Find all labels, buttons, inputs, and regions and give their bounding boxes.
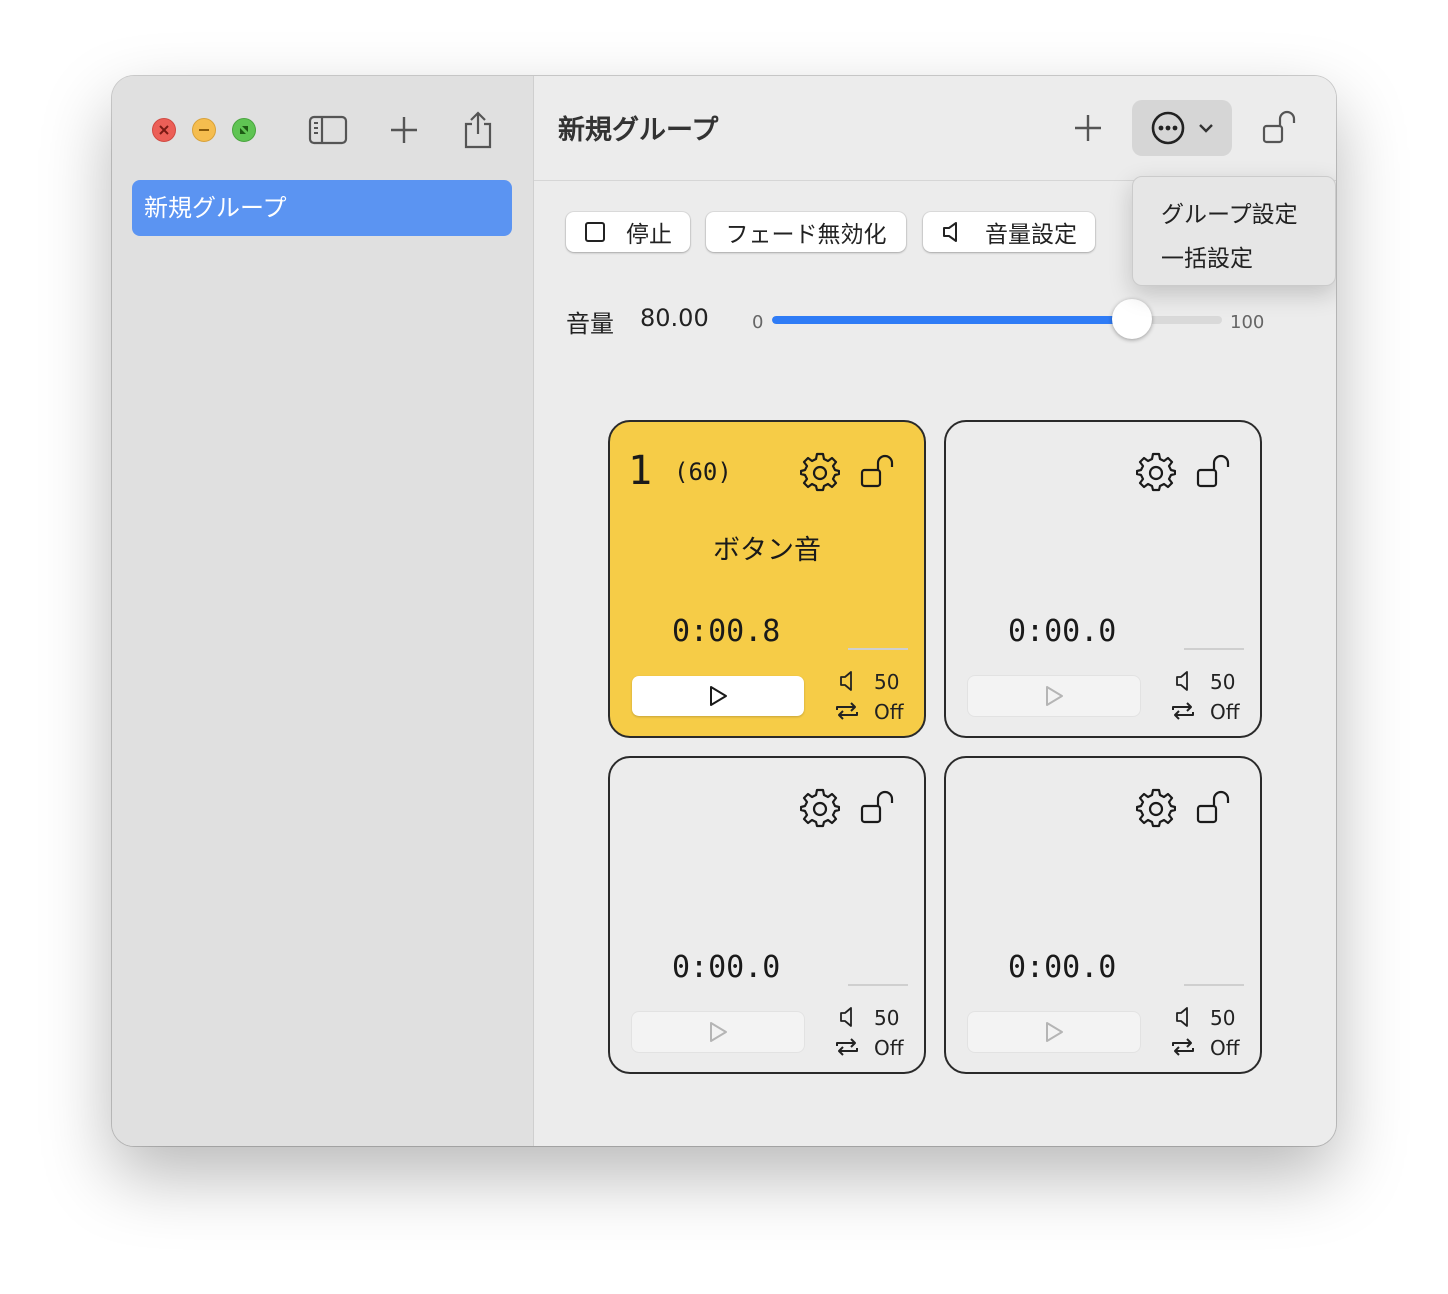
close-icon	[159, 125, 169, 135]
share-button[interactable]	[454, 106, 502, 154]
stop-square-icon	[585, 222, 605, 242]
volume-setting-button[interactable]: 音量設定	[923, 212, 1095, 252]
fade-label: フェード無効化	[725, 222, 887, 248]
play-icon	[1046, 1022, 1063, 1042]
card-settings-button[interactable]	[1135, 452, 1177, 492]
plus-icon	[1075, 115, 1101, 141]
unlock-icon	[1262, 110, 1296, 144]
card-volume-value: 50	[874, 670, 900, 694]
sound-card[interactable]: 0:00.0 50 Off	[944, 420, 1262, 738]
unlock-icon	[1196, 790, 1230, 824]
zoom-window-button[interactable]	[232, 118, 256, 142]
play-icon	[710, 686, 727, 706]
volume-slider-fill	[772, 316, 1132, 324]
gear-icon	[1135, 452, 1177, 492]
share-icon	[464, 111, 492, 149]
card-volume-value: 50	[1210, 1006, 1236, 1030]
card-settings-button[interactable]	[799, 452, 841, 492]
card-volume-value: 50	[874, 1006, 900, 1030]
unlock-icon	[860, 790, 894, 824]
app-window: 新規グループ 新規グループ グループ設定 一括設定 停止 フェード無効化 音量設…	[112, 76, 1336, 1146]
sound-card[interactable]: 1 (60) ボタン音 0:00.8 50 Off	[608, 420, 926, 738]
card-loop-value: Off	[874, 1036, 904, 1060]
sound-card[interactable]: 0:00.0 50 Off	[608, 756, 926, 1074]
toolbar: 新規グループ	[534, 76, 1336, 181]
card-time: 0:00.8	[672, 614, 781, 649]
play-icon	[1046, 686, 1063, 706]
lock-toggle-button[interactable]	[1256, 104, 1304, 152]
stop-button[interactable]: 停止	[566, 212, 690, 252]
sidebar-item-label: 新規グループ	[144, 194, 287, 222]
card-play-button[interactable]	[632, 1012, 804, 1052]
menu-item-group-settings[interactable]: グループ設定	[1161, 195, 1298, 229]
volume-slider-thumb[interactable]	[1112, 299, 1152, 339]
card-play-button[interactable]	[632, 676, 804, 716]
more-menu-button[interactable]	[1132, 100, 1232, 156]
card-settings-button[interactable]	[1135, 788, 1177, 828]
card-count: (60)	[674, 458, 732, 486]
card-loop-value: Off	[874, 700, 904, 724]
unlock-icon	[1196, 454, 1230, 488]
minimize-window-button[interactable]	[192, 118, 216, 142]
gear-icon	[1135, 788, 1177, 828]
sidebar: 新規グループ	[112, 76, 534, 1146]
volume-slider-track[interactable]	[772, 316, 1222, 324]
add-item-button[interactable]	[1064, 104, 1112, 152]
card-volume-icon	[838, 670, 858, 696]
card-volume-icon	[1174, 670, 1194, 696]
card-settings-button[interactable]	[799, 788, 841, 828]
card-play-button[interactable]	[968, 1012, 1140, 1052]
card-loop-icon	[834, 1036, 860, 1062]
sidebar-toggle-icon	[308, 115, 348, 145]
page-title: 新規グループ	[558, 115, 719, 146]
card-time: 0:00.0	[672, 950, 781, 985]
card-divider	[1184, 984, 1244, 986]
volume-value: 80.00	[640, 304, 709, 332]
chevron-down-icon	[1199, 124, 1213, 133]
minimize-icon	[199, 129, 209, 131]
card-lock-button[interactable]	[1194, 452, 1234, 492]
speaker-icon	[943, 222, 957, 242]
more-dropdown-menu: グループ設定 一括設定	[1132, 176, 1336, 286]
card-divider	[1184, 648, 1244, 650]
card-volume-icon	[838, 1006, 858, 1032]
close-window-button[interactable]	[152, 118, 176, 142]
fade-disable-button[interactable]: フェード無効化	[706, 212, 906, 252]
sidebar-item-group[interactable]: 新規グループ	[132, 180, 512, 236]
unlock-icon	[860, 454, 894, 488]
card-divider	[848, 648, 908, 650]
ellipsis-circle-icon	[1151, 111, 1185, 145]
add-group-button[interactable]	[380, 106, 428, 154]
play-icon	[710, 1022, 727, 1042]
card-loop-icon	[1170, 700, 1196, 726]
fullscreen-icon	[240, 126, 248, 134]
gear-icon	[799, 788, 841, 828]
card-volume-value: 50	[1210, 670, 1236, 694]
card-loop-icon	[834, 700, 860, 726]
card-lock-button[interactable]	[858, 452, 898, 492]
card-lock-button[interactable]	[1194, 788, 1234, 828]
card-time: 0:00.0	[1008, 950, 1117, 985]
volume-label: 音量	[566, 310, 614, 338]
card-number: 1	[628, 448, 653, 494]
card-lock-button[interactable]	[858, 788, 898, 828]
slider-max-label: 100	[1230, 312, 1265, 333]
toggle-sidebar-button[interactable]	[304, 106, 352, 154]
slider-min-label: 0	[752, 312, 764, 333]
card-loop-value: Off	[1210, 1036, 1240, 1060]
card-volume-icon	[1174, 1006, 1194, 1032]
main-content: 新規グループ グループ設定 一括設定 停止 フェード無効化 音量設定 音量 80…	[534, 76, 1336, 1146]
sound-card[interactable]: 0:00.0 50 Off	[944, 756, 1262, 1074]
gear-icon	[799, 452, 841, 492]
plus-icon	[391, 117, 417, 143]
stop-label: 停止	[626, 222, 672, 248]
card-sound-name: ボタン音	[713, 535, 821, 566]
card-loop-value: Off	[1210, 700, 1240, 724]
volume-setting-label: 音量設定	[985, 222, 1077, 248]
card-divider	[848, 984, 908, 986]
card-play-button[interactable]	[968, 676, 1140, 716]
card-loop-icon	[1170, 1036, 1196, 1062]
menu-item-bulk-settings[interactable]: 一括設定	[1161, 239, 1253, 273]
card-time: 0:00.0	[1008, 614, 1117, 649]
